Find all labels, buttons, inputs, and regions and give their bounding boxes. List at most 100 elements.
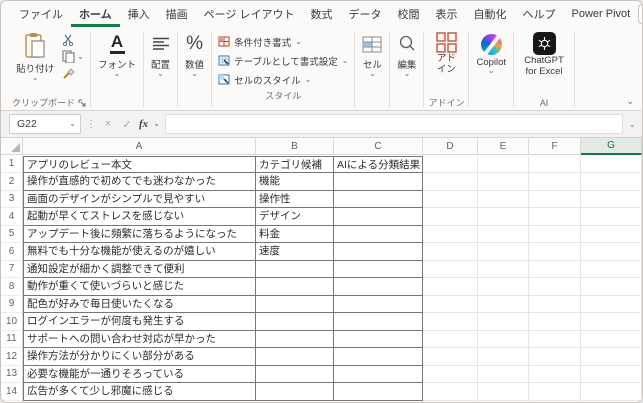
cancel-entry-button[interactable]: × xyxy=(101,118,115,130)
chatgpt-for-excel-button[interactable]: ChatGPT for Excel xyxy=(518,30,570,77)
cell-A13[interactable]: 必要な機能が一通りそろっている xyxy=(23,365,256,383)
cell-G12[interactable] xyxy=(581,348,642,366)
cell-G3[interactable] xyxy=(581,190,642,208)
tab-insert[interactable]: 挿入 xyxy=(120,1,158,27)
cell-C5[interactable] xyxy=(334,225,423,243)
tab-help[interactable]: ヘルプ xyxy=(515,1,564,27)
cell-G4[interactable] xyxy=(581,208,642,226)
cell-E5[interactable] xyxy=(478,225,529,243)
row-header-6[interactable]: 6 xyxy=(1,243,23,261)
cell-B10[interactable] xyxy=(256,313,334,331)
namebox-resize-handle[interactable]: ⋮ xyxy=(86,119,96,130)
tab-home[interactable]: ホーム xyxy=(71,1,120,27)
cell-F8[interactable] xyxy=(529,278,581,296)
cell-G8[interactable] xyxy=(581,278,642,296)
cell-F5[interactable] xyxy=(529,225,581,243)
cell-D12[interactable] xyxy=(423,348,478,366)
cell-F3[interactable] xyxy=(529,190,581,208)
cell-A8[interactable]: 動作が重くて使いづらいと感じた xyxy=(23,278,256,296)
column-header-F[interactable]: F xyxy=(529,138,581,155)
row-header-4[interactable]: 4 xyxy=(1,208,23,226)
cell-D2[interactable] xyxy=(423,173,478,191)
conditional-formatting-button[interactable]: 条件付き書式 ⌄ xyxy=(218,33,348,50)
cell-E12[interactable] xyxy=(478,348,529,366)
tab-automate[interactable]: 自動化 xyxy=(466,1,515,27)
cell-C7[interactable] xyxy=(334,260,423,278)
cell-E10[interactable] xyxy=(478,313,529,331)
cell-C14[interactable] xyxy=(334,383,423,401)
cell-B2[interactable]: 機能 xyxy=(256,173,334,191)
cell-D6[interactable] xyxy=(423,243,478,261)
cell-A7[interactable]: 通知設定が細かく調整できて便利 xyxy=(23,260,256,278)
row-header-12[interactable]: 12 xyxy=(1,348,23,366)
row-header-13[interactable]: 13 xyxy=(1,365,23,383)
cell-D14[interactable] xyxy=(423,383,478,401)
row-header-7[interactable]: 7 xyxy=(1,260,23,278)
cell-B9[interactable] xyxy=(256,295,334,313)
cell-E8[interactable] xyxy=(478,278,529,296)
cell-F1[interactable] xyxy=(529,155,581,173)
row-header-14[interactable]: 14 xyxy=(1,383,23,401)
cell-D7[interactable] xyxy=(423,260,478,278)
cell-C1[interactable]: AIによる分類結果 xyxy=(334,155,423,173)
cell-B3[interactable]: 操作性 xyxy=(256,190,334,208)
cell-A4[interactable]: 起動が早くてストレスを感じない xyxy=(23,208,256,226)
cell-F2[interactable] xyxy=(529,173,581,191)
row-header-3[interactable]: 3 xyxy=(1,190,23,208)
cell-F12[interactable] xyxy=(529,348,581,366)
ribbon-collapse-chevron[interactable]: ⌄ xyxy=(626,96,634,107)
cell-E1[interactable] xyxy=(478,155,529,173)
column-header-C[interactable]: C xyxy=(334,138,423,155)
paste-button[interactable]: 貼り付け ⌄ xyxy=(12,30,58,82)
cell-C6[interactable] xyxy=(334,243,423,261)
cell-A2[interactable]: 操作が直感的で初めてでも迷わなかった xyxy=(23,173,256,191)
cell-B1[interactable]: カテゴリ候補 xyxy=(256,155,334,173)
cell-F4[interactable] xyxy=(529,208,581,226)
formula-input[interactable] xyxy=(164,114,624,134)
column-header-B[interactable]: B xyxy=(256,138,334,155)
comments-button[interactable]: コメント xyxy=(638,4,642,24)
cells-group-button[interactable]: セル ⌄ xyxy=(356,29,388,110)
cell-F13[interactable] xyxy=(529,365,581,383)
cell-B5[interactable]: 料金 xyxy=(256,225,334,243)
cell-C9[interactable] xyxy=(334,295,423,313)
cell-E9[interactable] xyxy=(478,295,529,313)
cell-D1[interactable] xyxy=(423,155,478,173)
cell-A14[interactable]: 広告が多くて少し邪魔に感じる xyxy=(23,383,256,401)
cell-E6[interactable] xyxy=(478,243,529,261)
addins-button[interactable]: アド イン xyxy=(430,30,462,75)
cell-D10[interactable] xyxy=(423,313,478,331)
cell-F10[interactable] xyxy=(529,313,581,331)
editing-group-button[interactable]: 編集 ⌄ xyxy=(391,29,422,110)
row-header-1[interactable]: 1 xyxy=(1,155,23,173)
dialog-launcher-icon[interactable] xyxy=(78,99,86,107)
cell-F6[interactable] xyxy=(529,243,581,261)
cell-G10[interactable] xyxy=(581,313,642,331)
column-header-E[interactable]: E xyxy=(478,138,529,155)
cell-B8[interactable] xyxy=(256,278,334,296)
cell-B7[interactable] xyxy=(256,260,334,278)
cell-A6[interactable]: 無料でも十分な機能が使えるのが嬉しい xyxy=(23,243,256,261)
cell-F11[interactable] xyxy=(529,330,581,348)
cell-E13[interactable] xyxy=(478,365,529,383)
cell-F14[interactable] xyxy=(529,383,581,401)
cell-C2[interactable] xyxy=(334,173,423,191)
column-header-D[interactable]: D xyxy=(423,138,478,155)
row-header-10[interactable]: 10 xyxy=(1,313,23,331)
cell-A11[interactable]: サポートへの問い合わせ対応が早かった xyxy=(23,330,256,348)
cell-B6[interactable]: 速度 xyxy=(256,243,334,261)
tab-data[interactable]: データ xyxy=(341,1,390,27)
cell-D11[interactable] xyxy=(423,330,478,348)
cell-C12[interactable] xyxy=(334,348,423,366)
tab-review[interactable]: 校閲 xyxy=(390,1,428,27)
column-header-G-selected[interactable]: G xyxy=(581,138,642,155)
cell-B4[interactable]: デザイン xyxy=(256,208,334,226)
cell-E4[interactable] xyxy=(478,208,529,226)
cell-D8[interactable] xyxy=(423,278,478,296)
cell-G7[interactable] xyxy=(581,260,642,278)
cell-C13[interactable] xyxy=(334,365,423,383)
cell-A9[interactable]: 配色が好みで毎日使いたくなる xyxy=(23,295,256,313)
formula-bar-expand-chevron[interactable]: ⌄ xyxy=(628,119,636,130)
row-header-9[interactable]: 9 xyxy=(1,295,23,313)
cut-button[interactable] xyxy=(62,34,84,46)
